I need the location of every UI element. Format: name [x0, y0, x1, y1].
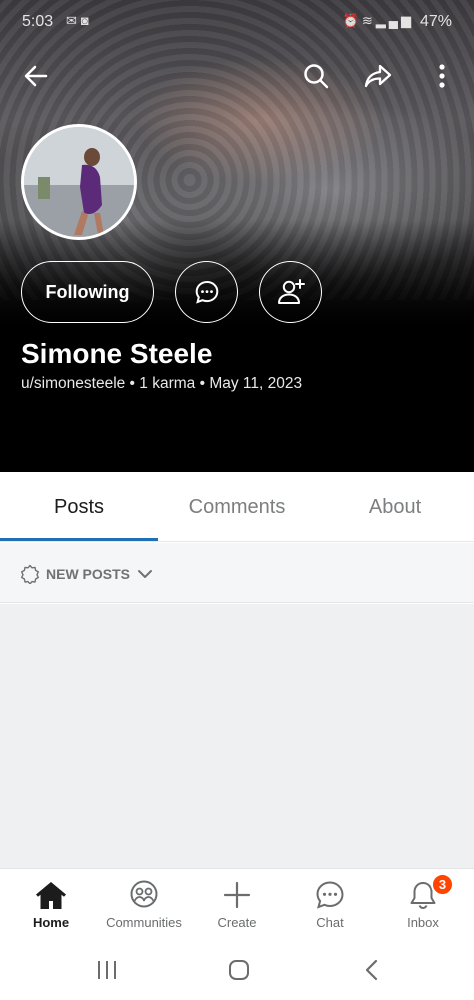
avatar-photo	[24, 127, 134, 237]
alarm-icon: ⏰	[342, 13, 362, 28]
nav-home-label: Home	[32, 915, 70, 930]
chat-icon	[316, 881, 344, 909]
profile-meta: u/simonesteele • 1 karma • May 11, 2023	[21, 375, 303, 392]
search-button[interactable]	[294, 54, 338, 98]
nav-communities-label: Communities	[106, 915, 182, 930]
nav-inbox-label: Inbox	[407, 915, 439, 930]
mail-icon: ✉	[66, 13, 81, 28]
status-notification-icons: ✉◙	[66, 13, 93, 29]
more-options-button[interactable]	[420, 54, 464, 98]
avatar[interactable]	[21, 124, 137, 240]
chevron-left-icon	[365, 959, 378, 981]
following-button[interactable]: Following	[21, 261, 154, 323]
recents-icon	[98, 961, 116, 979]
nav-inbox[interactable]: Inbox 3	[376, 869, 470, 941]
plus-icon	[223, 881, 251, 909]
communities-icon	[130, 880, 158, 908]
add-friend-button[interactable]	[259, 261, 322, 323]
sort-dropdown[interactable]: NEW POSTS	[20, 561, 154, 587]
more-vertical-icon	[439, 64, 445, 88]
vowifi-icon: ≋	[361, 13, 376, 28]
profile-banner: 5:03 ✉◙ ⏰≋▂▄▆ 47% Following Simone Steel…	[0, 0, 474, 472]
system-navigation-bar	[0, 940, 474, 1000]
system-home-button[interactable]	[219, 954, 259, 986]
bottom-navigation: Home Communities Create Chat Inbox 3	[0, 868, 474, 940]
share-button[interactable]	[356, 54, 400, 98]
status-time: 5:03	[22, 13, 54, 30]
home-outline-icon	[229, 960, 249, 980]
signal-icon: ▂▄▆	[375, 13, 414, 28]
chevron-down-icon	[138, 570, 153, 578]
recents-button[interactable]	[87, 954, 127, 986]
profile-display-name: Simone Steele	[21, 338, 213, 369]
system-back-button[interactable]	[352, 954, 392, 986]
nav-communities[interactable]: Communities	[97, 869, 191, 941]
add-user-icon	[277, 279, 305, 304]
search-icon	[304, 64, 329, 89]
tab-comments[interactable]: Comments	[158, 472, 316, 542]
posts-feed-empty	[0, 604, 474, 868]
back-button[interactable]	[14, 54, 58, 98]
sparkle-badge-icon	[21, 564, 39, 584]
instagram-icon: ◙	[80, 13, 93, 28]
nav-create[interactable]: Create	[190, 869, 284, 941]
tab-about[interactable]: About	[316, 472, 474, 542]
nav-chat[interactable]: Chat	[283, 869, 377, 941]
battery-level: 47%	[419, 13, 452, 30]
nav-chat-label: Chat	[316, 915, 344, 930]
tab-posts[interactable]: Posts	[0, 472, 158, 542]
nav-home[interactable]: Home	[4, 869, 98, 941]
start-chat-button[interactable]	[175, 261, 238, 323]
status-bar: 5:03 ✉◙ ⏰≋▂▄▆ 47%	[0, 0, 474, 44]
chat-bubble-icon	[195, 280, 218, 304]
share-icon	[364, 64, 392, 88]
home-icon	[36, 882, 66, 909]
nav-create-label: Create	[217, 915, 257, 930]
active-tab-indicator	[0, 538, 158, 541]
profile-tabs: Posts Comments About	[0, 472, 474, 542]
sort-label: NEW POSTS	[46, 566, 131, 582]
sort-bar: NEW POSTS	[0, 543, 474, 603]
status-system-icons: ⏰≋▂▄▆	[343, 13, 414, 29]
inbox-badge: 3	[431, 873, 454, 896]
arrow-left-icon	[24, 65, 48, 87]
